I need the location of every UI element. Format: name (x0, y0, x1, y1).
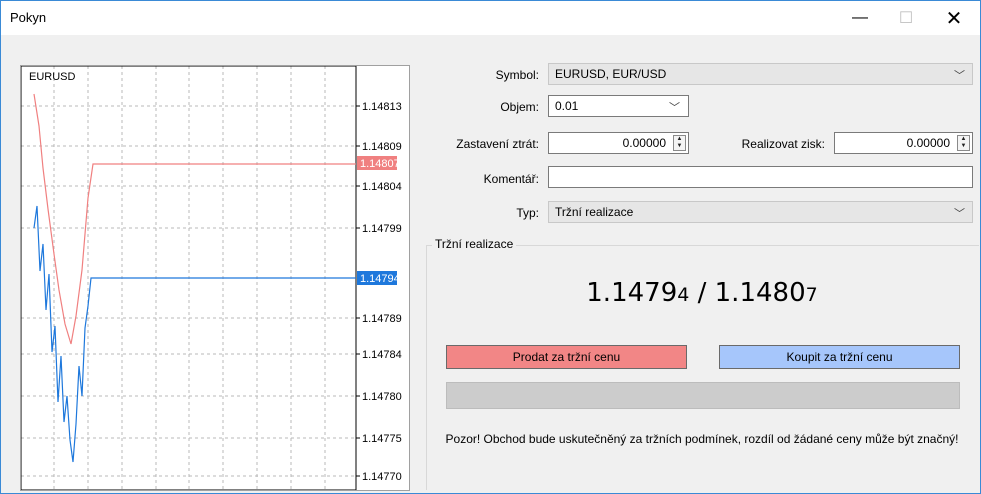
stop-loss-input[interactable]: 0.00000 ▲ ▼ (548, 132, 689, 154)
symbol-select[interactable]: EURUSD, EUR/USD ﹀ (548, 63, 973, 85)
take-profit-value: 0.00000 (906, 136, 950, 150)
symbol-label: Symbol: (495, 68, 539, 82)
quote-separator: / (689, 278, 715, 308)
price-tick-label: 1.14804 (362, 181, 402, 193)
ask-quote-last-digit: 7 (805, 284, 818, 306)
type-select-value: Tržní realizace (555, 205, 634, 219)
chevron-down-icon[interactable]: ﹀ (669, 99, 680, 115)
chevron-down-icon: ﹀ (954, 70, 965, 82)
price-tick-label: 1.14799 (362, 223, 402, 235)
tick-chart-svg: EURUSD 1.14813 1.14809 1.14804 1.14799 1.147… (21, 66, 402, 490)
bid-line (33, 205, 356, 463)
symbol-select-value: EURUSD, EUR/USD (555, 67, 667, 81)
price-tick-label: 1.14789 (362, 313, 402, 325)
buy-market-button[interactable]: Koupit za tržní cenu (719, 345, 960, 369)
bid-quote-main: 1.1479 (586, 278, 678, 308)
close-button[interactable]: ✕ (931, 1, 977, 35)
tick-chart: EURUSD 1.14813 1.14809 1.14804 1.14799 1.147… (20, 65, 410, 491)
spinner-icon[interactable]: ▲ ▼ (673, 135, 686, 151)
price-tick-label: 1.14770 (362, 471, 402, 483)
stop-loss-value: 0.00000 (622, 136, 666, 150)
ask-quote-main: 1.1480 (714, 278, 806, 308)
comment-input[interactable] (548, 166, 973, 188)
bid-quote-last-digit: 4 (677, 284, 690, 306)
volume-value: 0.01 (555, 99, 579, 113)
volume-combo[interactable]: 0.01 ﹀ (548, 95, 689, 117)
maximize-button[interactable]: ☐ (883, 1, 929, 35)
take-profit-input[interactable]: 0.00000 ▲ ▼ (834, 132, 973, 154)
ask-price-flag-label: 1.14807 (360, 158, 400, 170)
type-label: Typ: (516, 206, 539, 220)
price-tick-label: 1.14784 (362, 349, 402, 361)
stop-loss-label: Zastavení ztrát: (456, 137, 539, 151)
type-select[interactable]: Tržní realizace ﹀ (548, 201, 973, 223)
price-tick-label: 1.14780 (362, 391, 402, 403)
execution-group-title: Tržní realizace (432, 237, 517, 251)
spinner-icon[interactable]: ▲ ▼ (957, 135, 970, 151)
price-tick-label: 1.14775 (362, 433, 402, 445)
title-bar[interactable]: Pokyn — ☐ ✕ (1, 1, 980, 35)
ask-line (33, 93, 356, 345)
chart-symbol-label: EURUSD (29, 71, 76, 83)
execution-progress-bar (446, 382, 960, 409)
window-title: Pokyn (10, 10, 47, 25)
minimize-button[interactable]: — (837, 1, 883, 35)
quote-display: 1.14794 / 1.14807 (426, 278, 978, 308)
sell-market-button[interactable]: Prodat za tržní cenu (446, 345, 687, 369)
volume-label: Objem: (500, 100, 539, 114)
bid-price-flag-label: 1.14794 (360, 273, 400, 285)
price-tick-label: 1.14809 (362, 141, 402, 153)
execution-warning: Pozor! Obchod bude uskutečněný za tržníc… (445, 432, 959, 446)
chevron-down-icon: ﹀ (954, 208, 965, 220)
price-tick-label: 1.14813 (362, 101, 402, 113)
take-profit-label: Realizovat zisk: (741, 137, 825, 151)
comment-label: Komentář: (483, 172, 539, 186)
